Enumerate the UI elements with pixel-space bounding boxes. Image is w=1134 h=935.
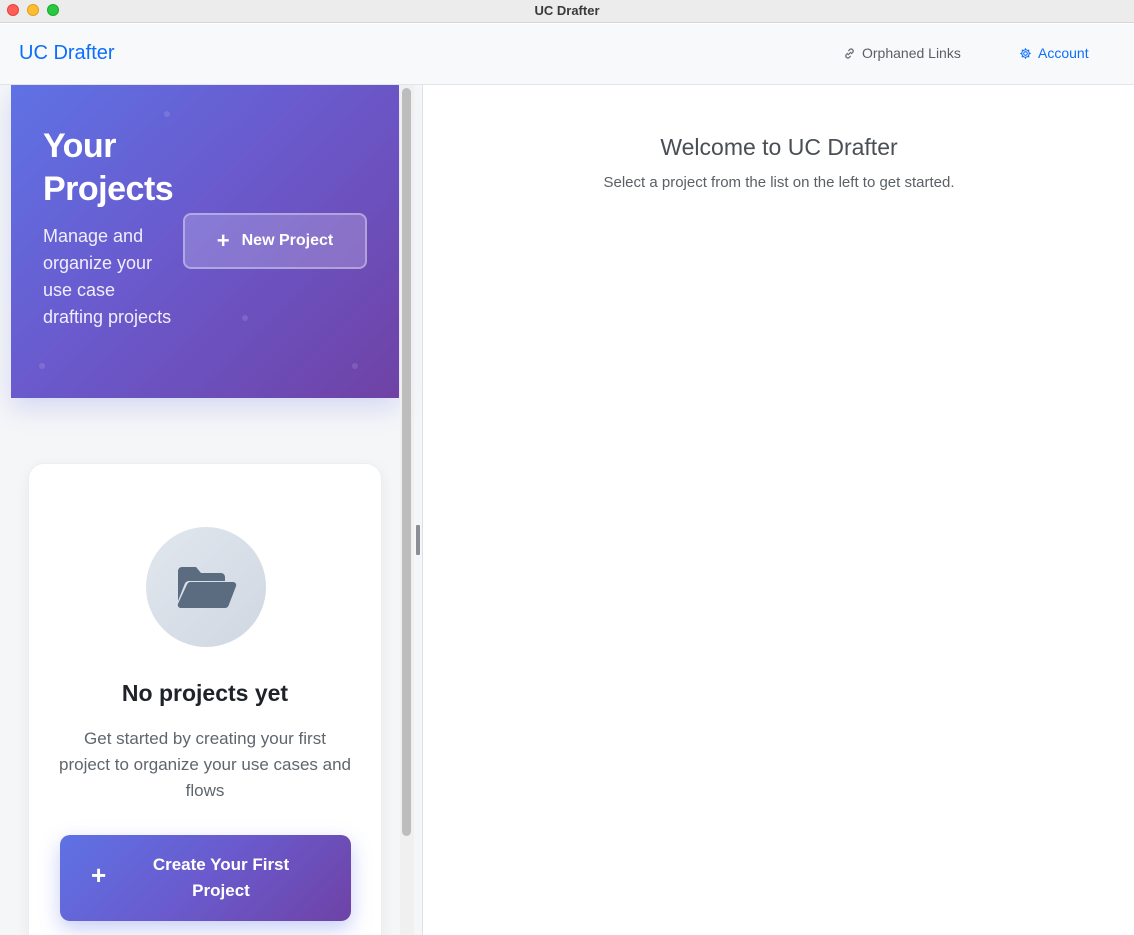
- orphaned-links-label: Orphaned Links: [862, 45, 961, 61]
- create-first-project-button[interactable]: + Create Your First Project: [60, 835, 351, 921]
- decorative-dot: [39, 363, 45, 369]
- app-navbar: UC Drafter Orphaned Links Account: [0, 24, 1134, 85]
- welcome-title: Welcome to UC Drafter: [660, 134, 898, 160]
- hero-subtitle: Manage and organize your use case drafti…: [43, 226, 172, 327]
- account-label: Account: [1038, 45, 1089, 61]
- account-link[interactable]: Account: [1019, 45, 1089, 61]
- orphaned-links-link[interactable]: Orphaned Links: [843, 45, 961, 61]
- window-titlebar: UC Drafter: [0, 0, 1134, 23]
- sidebar-scrollbar-thumb[interactable]: [402, 88, 411, 836]
- plus-icon: +: [91, 860, 107, 890]
- empty-state-title: No projects yet: [121, 680, 289, 706]
- decorative-dot: [164, 111, 170, 117]
- panel-resize-handle[interactable]: [416, 525, 420, 555]
- window-title: UC Drafter: [534, 3, 600, 18]
- new-project-button[interactable]: + New Project: [183, 213, 367, 269]
- link-icon: [845, 47, 854, 59]
- decorative-dot: [352, 363, 358, 369]
- gear-icon: [1020, 47, 1031, 59]
- plus-icon: +: [216, 228, 230, 253]
- hero-title: Your Projects: [43, 127, 174, 208]
- projects-hero: Your Projects Manage and organize your u…: [11, 85, 399, 398]
- brand-link[interactable]: UC Drafter: [19, 42, 115, 65]
- folder-icon-circle: [146, 527, 266, 647]
- empty-projects-card: No projects yet Get started by creating …: [28, 463, 382, 935]
- new-project-label: New Project: [241, 232, 334, 249]
- welcome-subtitle: Select a project from the list on the le…: [603, 174, 955, 191]
- empty-state-description: Get started by creating your first proje…: [59, 729, 352, 800]
- folder-open-icon: [177, 567, 237, 608]
- create-first-project-label: Create Your First Project: [152, 855, 290, 900]
- projects-sidebar: Your Projects Manage and organize your u…: [0, 85, 423, 935]
- main-content: Welcome to UC Drafter Select a project f…: [424, 85, 1134, 935]
- decorative-dot: [242, 315, 248, 321]
